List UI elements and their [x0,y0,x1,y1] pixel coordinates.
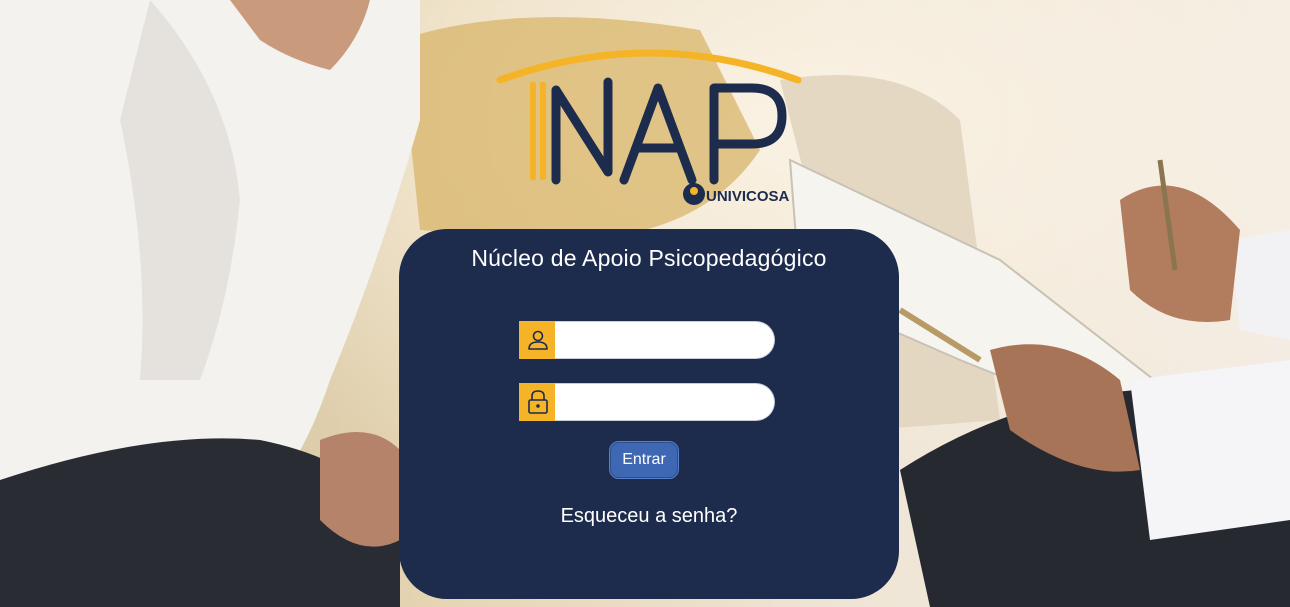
lock-icon [519,383,557,421]
password-field-group [519,383,777,421]
user-icon [519,321,557,359]
panel-title: Núcleo de Apoio Psicopedagógico [471,245,827,271]
enter-button[interactable]: Entrar [609,441,679,479]
login-panel: Núcleo de Apoio Psicopedagógico Entrar E… [399,229,899,599]
password-input[interactable] [555,383,775,421]
univicosa-wordmark: UNIVICOSA [706,188,790,205]
forgot-password-link[interactable]: Esqueceu a senha? [399,505,899,528]
username-field-group [519,321,777,359]
nap-logo: UNIVICOSA [496,49,802,205]
username-input[interactable] [555,321,775,359]
login-page: UNIVICOSA Núcleo de Apoio Psicopedagógic… [0,0,1290,607]
